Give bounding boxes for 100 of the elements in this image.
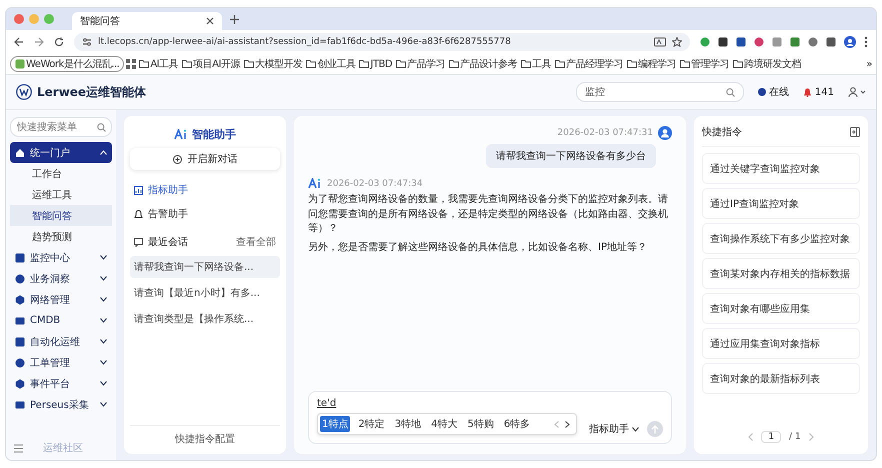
collapse-icon[interactable]: [14, 444, 23, 452]
assistant-message: 另外，您是否需要了解这些网络设备的具体信息，比如设备名称、IP地址等？: [308, 240, 648, 254]
folder-icon: [733, 60, 744, 68]
folder-icon: [359, 60, 370, 68]
bookmarks-overflow[interactable]: »: [866, 58, 872, 70]
bookmark-folder[interactable]: JTBD: [358, 58, 394, 70]
bookmark-folder[interactable]: 产品学习: [395, 57, 446, 71]
menu-item[interactable]: 业务洞察: [10, 268, 112, 289]
alert-count[interactable]: 141: [802, 86, 834, 98]
recent-chat-item[interactable]: 请帮我查询一下网络设备...: [130, 256, 280, 278]
chevron-down-icon: [100, 360, 107, 365]
menu-item[interactable]: 网络管理: [10, 289, 112, 310]
bell-icon: [134, 210, 143, 218]
ime-candidate[interactable]: 2特定: [356, 416, 387, 432]
assistant-message: 为了帮您查询网络设备的数量，我需要先查询网络设备分类下的监控对象列表。请问您需要查询的是所有网络设备，还是特定类型的网络设备（比如路由器、交换机等）？: [308, 193, 669, 236]
ime-candidate[interactable]: 5特购: [466, 416, 496, 432]
recent-chat-item[interactable]: 请查询【最近n小时】有多...: [130, 282, 280, 304]
close-icon[interactable]: [206, 17, 214, 25]
chevron-right-icon[interactable]: [565, 420, 570, 428]
browser-tab[interactable]: 智能问答: [72, 12, 222, 30]
quick-command-card[interactable]: 查询对象有哪些应用集: [702, 293, 860, 324]
more-icon[interactable]: [864, 36, 868, 48]
view-all-link[interactable]: 查看全部: [236, 235, 276, 249]
chevron-down-icon: [100, 255, 107, 260]
apps-grid-icon[interactable]: [126, 59, 136, 69]
status-dot-icon: [758, 88, 766, 96]
chat-icon: [134, 238, 143, 246]
home-icon: [15, 148, 25, 158]
new-chat-button[interactable]: 开启新对话: [130, 148, 280, 170]
menu-item[interactable]: Perseus采集: [10, 394, 112, 415]
bookmark-folder[interactable]: 产品经理学习: [554, 57, 624, 71]
folder-icon: [182, 60, 192, 68]
message-input[interactable]: te'd 1特点 2特定 3特地 4特大 5特购 6特多 指标助手: [308, 391, 672, 444]
bookmark-folder[interactable]: 跨境研发文档: [732, 57, 802, 71]
assistant-item[interactable]: 指标助手: [130, 180, 280, 200]
forward-arrow-icon[interactable]: [34, 37, 44, 47]
collapse-panel-icon[interactable]: [850, 127, 860, 137]
site-info-icon: [82, 37, 92, 47]
bookmark-folder[interactable]: 项目AI开源: [181, 57, 241, 71]
quick-command-card[interactable]: 查询对象的最新指标列表: [702, 363, 860, 394]
user-avatar-icon: [658, 126, 672, 140]
quick-command-card[interactable]: 通过IP查询监控对象: [702, 188, 860, 219]
bookmark-link[interactable]: WeWork是什么混乱...: [10, 56, 124, 72]
star-icon[interactable]: [672, 37, 682, 47]
status-indicator[interactable]: 在线: [758, 85, 789, 99]
ai-logo-icon: [174, 128, 188, 140]
menu-item[interactable]: 事件平台: [10, 373, 112, 394]
folder-icon: [627, 60, 638, 68]
recent-chat-item[interactable]: 请查询类型是【操作系统...: [130, 308, 280, 330]
bookmark-folder[interactable]: 编程学习: [626, 57, 678, 71]
message-time: 2026-02-03 07:47:31: [557, 128, 653, 138]
quick-command-card[interactable]: 查询某对象内存相关的指标数据: [702, 258, 860, 289]
hexagon-icon: [15, 378, 25, 388]
reload-icon[interactable]: [54, 37, 64, 47]
monitor-icon: [15, 316, 25, 326]
menu-search-field[interactable]: 快速搜索菜单: [10, 117, 112, 137]
assistant-item[interactable]: 告警助手: [130, 204, 280, 224]
address-field[interactable]: lt.lecops.cn/app-lerwee-ai/ai-assistant?session_id=fab1f6dc-bd5a-496e-a83f-6f6287555778: [74, 33, 690, 51]
search-icon[interactable]: [726, 88, 735, 96]
plus-icon[interactable]: [230, 14, 239, 24]
user-menu-icon[interactable]: [848, 87, 866, 97]
circle-icon: [15, 358, 25, 368]
menu-item[interactable]: 工单管理: [10, 352, 112, 373]
menu-item[interactable]: 统一门户: [10, 142, 112, 163]
quick-command-card[interactable]: 通过关键字查询监控对象: [702, 153, 860, 184]
menu-item[interactable]: 监控中心: [10, 247, 112, 268]
menu-item[interactable]: 自动化运维: [10, 331, 112, 352]
folder-icon: [555, 60, 566, 68]
page-number-field[interactable]: 1: [761, 431, 782, 443]
submenu-item[interactable]: 智能问答: [10, 205, 112, 226]
ime-candidate[interactable]: 1特点: [320, 416, 350, 432]
profile-avatar-icon[interactable]: [844, 36, 856, 48]
submenu-item[interactable]: 运维工具: [10, 184, 112, 205]
bookmark-folder[interactable]: AI工具: [138, 57, 180, 71]
bookmark-folder[interactable]: 创业工具: [305, 57, 356, 71]
ime-candidate[interactable]: 3特地: [392, 416, 424, 432]
quick-command-settings-link[interactable]: 快捷指令配置: [130, 425, 280, 446]
page-icon: [15, 59, 25, 69]
chevron-down-icon: [100, 276, 107, 281]
panel-title: 智能助手: [192, 126, 236, 142]
quick-command-card[interactable]: 查询操作系统下有多少监控对象: [702, 223, 860, 254]
ime-candidate[interactable]: 4特大: [429, 416, 460, 432]
ime-composition-text: te'd: [317, 398, 338, 409]
monitor-icon: [15, 400, 25, 410]
bookmark-folder[interactable]: 管理学习: [679, 57, 730, 71]
panel-title: 快捷指令: [702, 126, 742, 139]
folder-icon: [680, 60, 690, 68]
search-field[interactable]: 监控: [576, 82, 744, 102]
hexagon-icon: [15, 294, 25, 304]
submenu-item[interactable]: 工作台: [10, 163, 112, 184]
bookmark-folder[interactable]: 产品设计参考: [448, 57, 518, 71]
ime-candidate[interactable]: 6特多: [502, 416, 532, 432]
assistant-dropdown[interactable]: 指标助手: [589, 422, 639, 436]
bookmark-folder[interactable]: 工具: [520, 57, 552, 71]
menu-item[interactable]: CMDB: [10, 310, 112, 331]
bookmark-folder[interactable]: 大模型开发: [242, 57, 304, 71]
submenu-item[interactable]: 趋势预测: [10, 226, 112, 247]
quick-command-card[interactable]: 通过应用集查询对象指标: [702, 328, 860, 359]
bell-icon: [802, 88, 812, 96]
back-arrow-icon[interactable]: [14, 37, 24, 47]
